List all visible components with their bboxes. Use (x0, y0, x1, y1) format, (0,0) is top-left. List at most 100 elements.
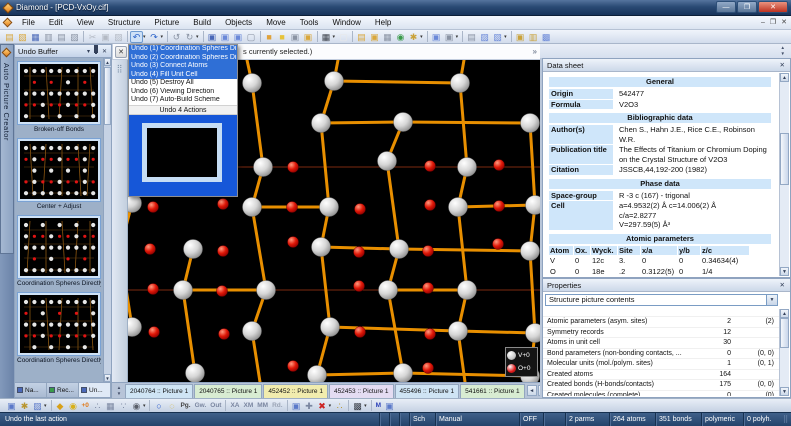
undo-buffer-item[interactable]: Coordination Spheres Directly (17, 215, 101, 289)
out-label[interactable]: Out (208, 400, 223, 412)
copy-window-icon[interactable]: ▣ (289, 31, 302, 43)
undo-menu-item-7[interactable]: Undo (7) Auto-Build Scheme (129, 96, 237, 105)
menu-objects[interactable]: Objects (218, 18, 259, 27)
table-icon[interactable]: ▦ (320, 31, 333, 43)
dock-tab-rec[interactable]: Rec... (47, 383, 79, 397)
menu-tools[interactable]: Tools (293, 18, 326, 27)
tab-scroll-left-icon[interactable]: ◄ (527, 385, 537, 396)
undo-icon-dropdown[interactable]: ▾ (143, 34, 146, 40)
menu-view[interactable]: View (70, 18, 101, 27)
tab-spin-down-icon[interactable]: ▼ (113, 391, 125, 397)
menu-file[interactable]: File (15, 18, 42, 27)
panel-close-icon[interactable]: ✕ (778, 281, 787, 289)
crosshair-icon[interactable]: ✚ (303, 400, 316, 412)
minimize-button[interactable]: — (716, 1, 736, 13)
polyhedra-icon[interactable]: ◆ (54, 400, 67, 412)
screen-icon[interactable]: ▣ (5, 400, 18, 412)
table-icon-dropdown[interactable]: ▾ (333, 34, 336, 40)
data-sheet-scrollbar[interactable]: ▲ ▼ (779, 73, 789, 276)
picture-tab[interactable]: 2040764 :: Picture 1 (125, 384, 193, 398)
undo-thumbnail[interactable] (20, 64, 98, 122)
diagram-icon-dropdown[interactable]: ▾ (504, 34, 507, 40)
scroll-up-icon[interactable]: ▲ (780, 309, 789, 318)
update-icon[interactable]: ↻ (183, 31, 196, 43)
picture-mode-icon[interactable]: ▨ (31, 400, 44, 412)
help-window-icon[interactable]: ▣ (383, 400, 396, 412)
menu-structure[interactable]: Structure (101, 18, 147, 27)
undo-menu-item-1[interactable]: Undo (1) Coordination Spheres Direct (129, 45, 237, 54)
undo-menu-item-3[interactable]: Undo (3) Connect Atoms (129, 62, 237, 71)
mail-icon[interactable]: ▣ (302, 31, 315, 43)
menu-picture[interactable]: Picture (147, 18, 186, 27)
move-window-icon[interactable]: ▣ (290, 400, 303, 412)
video-icon[interactable]: ▣ (443, 31, 456, 43)
tools-icon[interactable]: ▥ (527, 31, 540, 43)
cut-icon[interactable]: ✂ (86, 31, 99, 43)
undo-buffer-item[interactable]: Coordination Spheres Directly (17, 292, 101, 366)
picture-window-icon[interactable]: ▣ (219, 31, 232, 43)
properties-row[interactable]: Symmetry records12 (543, 328, 779, 339)
paste-icon[interactable]: ▨ (112, 31, 125, 43)
chart-icon[interactable]: ▨ (478, 31, 491, 43)
properties-row[interactable]: Created molecules (complete)0(0) (543, 391, 779, 397)
properties-row[interactable]: Created atoms164 (543, 370, 779, 381)
picture-tab[interactable]: 541661 :: Picture 1 (460, 384, 525, 398)
chevron-down-icon[interactable]: ▼ (766, 295, 777, 305)
tab-scroll-right-icon[interactable]: ► (538, 385, 540, 396)
structure-window-icon[interactable]: ▣ (206, 31, 219, 43)
redo-icon[interactable]: ↷ (148, 31, 161, 43)
open-folder-icon[interactable]: ▧ (16, 31, 29, 43)
home-icon[interactable]: ▣ (514, 31, 527, 43)
xm-label[interactable]: XM (242, 400, 256, 412)
large-circle-icon[interactable]: ○ (152, 400, 165, 412)
picture-tab[interactable]: 452453 :: Picture 1 (329, 384, 394, 398)
picture-tab[interactable]: 2040765 :: Picture 1 (194, 384, 262, 398)
table-window-icon[interactable]: ▣ (232, 31, 245, 43)
undo-buffer-item[interactable]: Center + Adjust (17, 138, 101, 212)
menu-window[interactable]: Window (325, 18, 367, 27)
properties-row[interactable]: Molecular units (mol./polym. sites)1(0, … (543, 359, 779, 370)
print-preview-icon[interactable]: ▤ (55, 31, 68, 43)
undo-menu-item-2[interactable]: Undo (2) Coordination Spheres Direct (129, 54, 237, 63)
pin-icon[interactable] (95, 48, 97, 54)
menu-build[interactable]: Build (186, 18, 218, 27)
blank-swatch-icon[interactable]: ▢ (337, 31, 350, 43)
pattern-icon-dropdown[interactable]: ▾ (364, 403, 367, 409)
mdi-minimize-button[interactable]: – (761, 16, 765, 29)
undo-buffer-scrollbar[interactable]: ▲ ▼ (103, 58, 111, 382)
assistant-icon[interactable]: ✱ (407, 31, 420, 43)
properties-row[interactable]: Atoms in unit cell30 (543, 338, 779, 349)
resize-grip-icon[interactable]: ⣿ (783, 413, 791, 426)
scroll-up-icon[interactable]: ▲ (780, 73, 789, 82)
assistant-icon-dropdown[interactable]: ▾ (420, 34, 423, 40)
properties-row[interactable]: Atomic parameters (asym. sites)2(2) (543, 317, 779, 328)
redo-icon-dropdown[interactable]: ▾ (161, 34, 164, 40)
undo-menu-item-4[interactable]: Undo (4) Fill Unit Cell (129, 71, 237, 80)
reset-view-icon[interactable]: ↺ (170, 31, 183, 43)
mdi-restore-button[interactable]: ❐ (770, 16, 776, 29)
undo-icon[interactable]: ↶ (130, 31, 143, 43)
menu-edit[interactable]: Edit (42, 18, 70, 27)
undo-menu-item-5[interactable]: Undo (5) Destroy All (129, 79, 237, 88)
save-icon[interactable]: ▦ (29, 31, 42, 43)
close-button[interactable]: ✕ (758, 1, 788, 13)
broken-bonds-icon[interactable]: ∵ (117, 400, 130, 412)
panel-close-icon[interactable]: ✕ (778, 61, 787, 69)
bond-tool-icon[interactable]: ∴ (333, 400, 346, 412)
undo-buffer-item[interactable]: Broken-off Bonds (17, 61, 101, 135)
video-icon-dropdown[interactable]: ▾ (456, 34, 459, 40)
undo-thumbnail[interactable] (20, 141, 98, 199)
render-target-icon[interactable]: ◉ (130, 400, 143, 412)
globe-icon[interactable]: ◉ (394, 31, 407, 43)
rd-label[interactable]: Rd. (270, 400, 284, 412)
picture-tab[interactable]: 452452 :: Picture 1 (263, 384, 328, 398)
undo-thumbnail[interactable] (20, 295, 98, 353)
import-icon[interactable]: ■ (263, 31, 276, 43)
auto-picture-creator-tab[interactable]: Auto Picture Creator (0, 44, 14, 254)
diagram-icon[interactable]: ▧ (491, 31, 504, 43)
undo-menu-item-6[interactable]: Undo (6) Viewing Direction (129, 88, 237, 97)
measure-icon[interactable]: M (374, 400, 383, 412)
pg-label[interactable]: Pg. (178, 400, 192, 412)
undo-actions-summary[interactable]: Undo 4 Actions (129, 105, 237, 115)
scroll-up-icon[interactable]: ▲ (104, 58, 111, 66)
